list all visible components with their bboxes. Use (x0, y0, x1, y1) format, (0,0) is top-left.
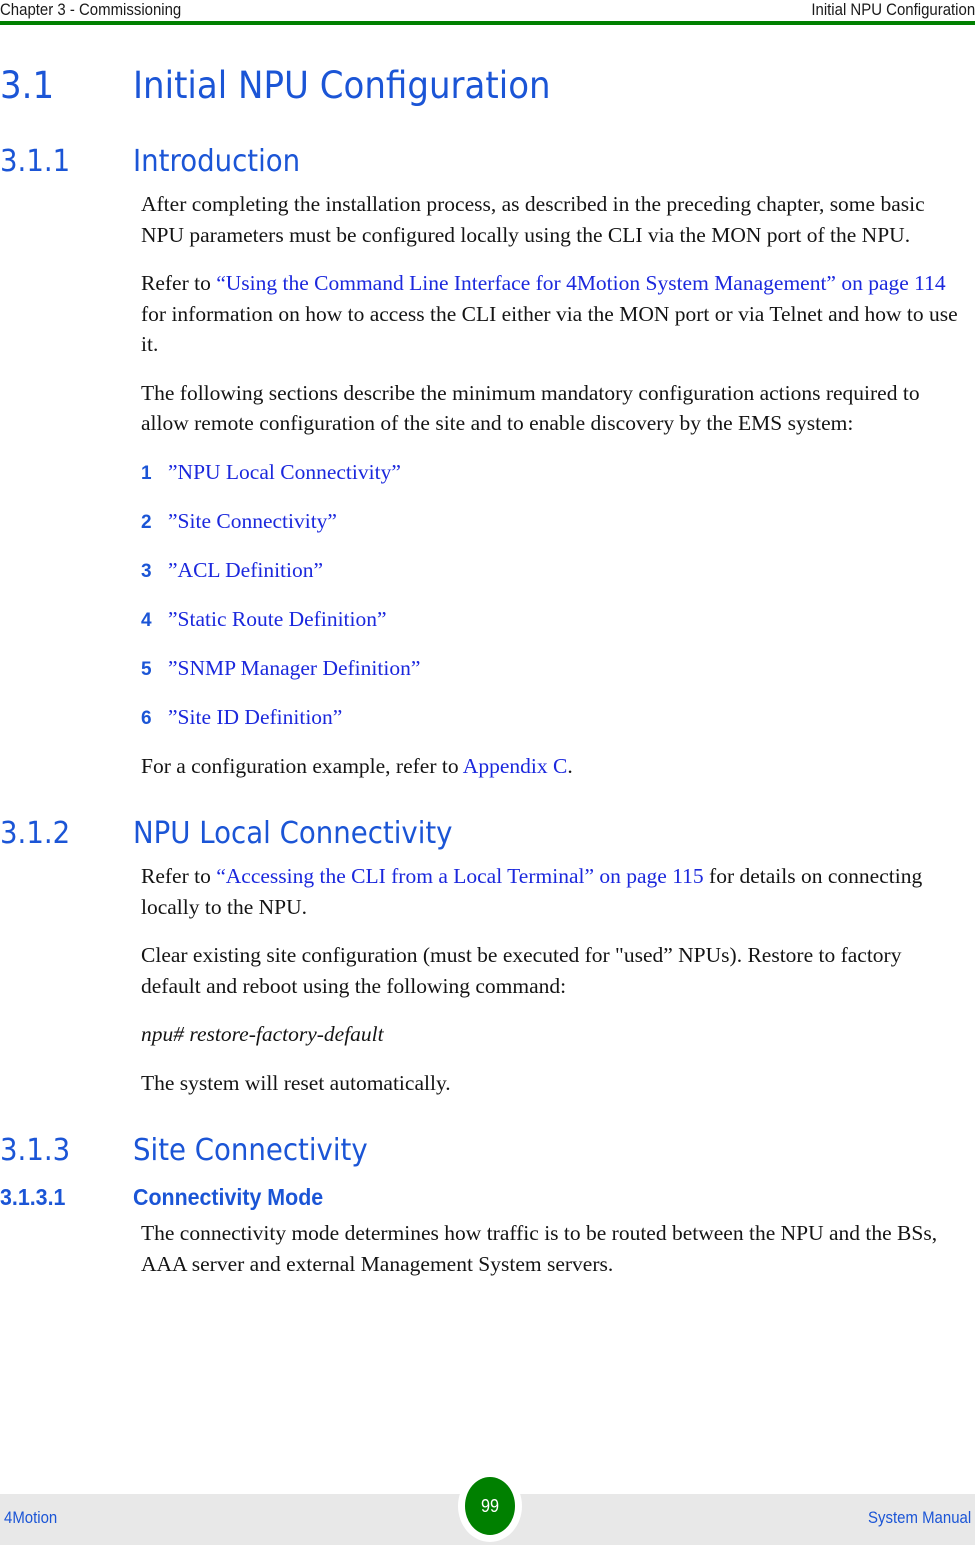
list-item[interactable]: 6 ”Site ID Definition” (0, 702, 975, 734)
paragraph-introduction-1: After completing the installation proces… (141, 192, 925, 247)
heading-3-1-3: 3.1.3 Site Connectivity (0, 1132, 975, 1170)
paragraph-configuration-example-post: . (567, 753, 573, 778)
page-number: 99 (480, 1495, 500, 1516)
paragraph-connectivity-mode-1: The connectivity mode determines how tra… (141, 1221, 938, 1276)
heading-3-1-1: 3.1.1 Introduction (0, 143, 975, 181)
paragraph-introduction-2: Refer to “Using the Command Line Interfa… (0, 268, 975, 360)
heading-3-1-number: 3.1 (0, 64, 55, 107)
list-item-label[interactable]: ”Site Connectivity” (168, 506, 337, 536)
heading-3-1-3-1-number: 3.1.3.1 (0, 1184, 66, 1210)
header-chapter-label: Chapter 3 - Commissioning (0, 0, 182, 19)
document-content: 3.1 Initial NPU Configuration 3.1.1 Intr… (0, 63, 975, 1297)
xref-appendix-c[interactable]: Appendix C (463, 754, 568, 778)
paragraph-introduction-3: The following sections describe the mini… (141, 380, 920, 436)
list-item-label[interactable]: ”NPU Local Connectivity” (168, 457, 401, 487)
list-item-label[interactable]: ”SNMP Manager Definition” (168, 653, 420, 683)
heading-3-1-2-number: 3.1.2 (0, 816, 71, 851)
heading-3-1-3-title: Site Connectivity (133, 1133, 368, 1168)
heading-3-1: 3.1 Initial NPU Configuration (0, 63, 975, 109)
list-item-number: 3 (141, 560, 152, 582)
paragraph-introduction-2-pre: Refer to (141, 271, 217, 295)
list-item-label[interactable]: ”Static Route Definition” (168, 604, 387, 634)
paragraph-configuration-example: For a configuration example, refer to Ap… (0, 751, 975, 782)
footer-product-label: 4Motion (4, 1508, 58, 1527)
footer-manual-label: System Manual (867, 1508, 971, 1527)
xref-cli-system-management[interactable]: “Using the Command Line Interface for 4M… (216, 271, 945, 295)
heading-3-1-2: 3.1.2 NPU Local Connectivity (0, 815, 975, 853)
paragraph-local-connectivity-2: Clear existing site configuration (must … (141, 943, 902, 998)
header-rule-divider (0, 21, 975, 25)
heading-3-1-3-1-title: Connectivity Mode (133, 1184, 324, 1210)
paragraph-local-connectivity-1-pre: Refer to (141, 864, 217, 888)
heading-3-1-2-title: NPU Local Connectivity (133, 816, 453, 851)
paragraph-local-connectivity-3: The system will reset automatically. (141, 1070, 451, 1095)
xref-accessing-cli-local-terminal[interactable]: “Accessing the CLI from a Local Terminal… (216, 864, 703, 888)
list-item-number: 2 (141, 511, 152, 533)
heading-3-1-title: Initial NPU Configuration (133, 64, 551, 107)
list-item[interactable]: 2 ”Site Connectivity” (0, 506, 975, 538)
list-item-label[interactable]: ”ACL Definition” (168, 555, 323, 585)
paragraph-local-connectivity-1: Refer to “Accessing the CLI from a Local… (0, 861, 975, 922)
list-item[interactable]: 4 ”Static Route Definition” (0, 604, 975, 636)
list-item[interactable]: 1 ”NPU Local Connectivity” (0, 457, 975, 489)
paragraph-configuration-example-pre: For a configuration example, refer to (141, 753, 463, 778)
configuration-steps-list: 1 ”NPU Local Connectivity” 2 ”Site Conne… (0, 457, 975, 734)
header-section-label: Initial NPU Configuration (811, 0, 975, 19)
heading-3-1-3-number: 3.1.3 (0, 1133, 71, 1168)
list-item-number: 6 (141, 707, 152, 729)
list-item-label[interactable]: ”Site ID Definition” (168, 702, 342, 732)
page-number-badge: 99 (465, 1477, 515, 1535)
cli-command-restore-factory-default: npu# restore-factory-default (141, 1022, 384, 1046)
paragraph-introduction-2-post: for information on how to access the CLI… (141, 301, 958, 357)
list-item[interactable]: 3 ”ACL Definition” (0, 555, 975, 587)
list-item[interactable]: 5 ”SNMP Manager Definition” (0, 653, 975, 685)
heading-3-1-3-1: 3.1.3.1 Connectivity Mode (0, 1182, 975, 1212)
heading-3-1-1-title: Introduction (133, 144, 301, 179)
heading-3-1-1-number: 3.1.1 (0, 144, 71, 179)
list-item-number: 5 (141, 658, 152, 680)
list-item-number: 4 (141, 609, 152, 631)
list-item-number: 1 (141, 462, 152, 484)
page-header: Chapter 3 - Commissioning Initial NPU Co… (0, 0, 975, 22)
